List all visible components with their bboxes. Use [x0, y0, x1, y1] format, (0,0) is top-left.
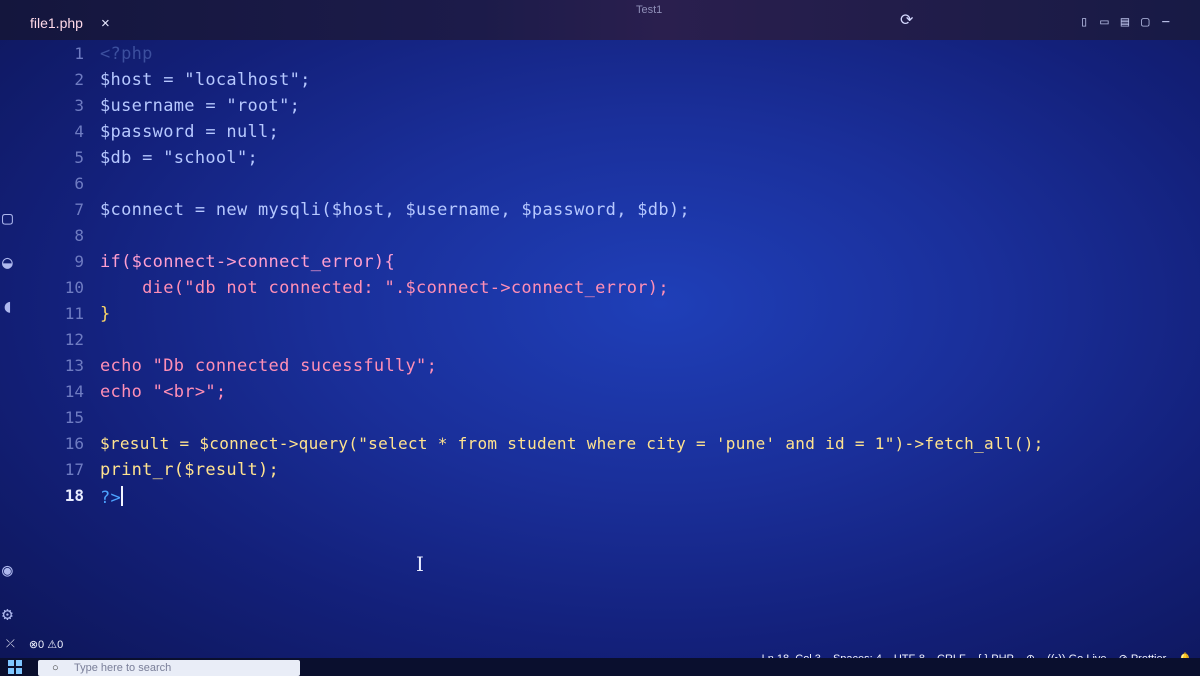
line-number: 15 — [64, 408, 84, 427]
account-icon[interactable]: ◉ — [2, 560, 13, 581]
title-bar: file1.php × Test1 ⟳ ▯ ▭ ▤ ▢ − — [0, 0, 1200, 40]
line-number: 6 — [74, 174, 84, 193]
line-number: 1 — [74, 44, 84, 63]
line-number: 17 — [64, 460, 84, 479]
line-number: 2 — [74, 70, 84, 89]
line-number: 12 — [64, 330, 84, 349]
mouse-ibeam-cursor: I — [416, 552, 424, 576]
error-icon: ⊗ — [28, 639, 39, 651]
line-number: 16 — [64, 434, 84, 453]
line-number: 14 — [64, 382, 84, 401]
line-number: 10 — [64, 278, 84, 297]
line-number: 8 — [74, 226, 84, 245]
gear-icon[interactable]: ⚙ — [2, 604, 13, 625]
code-line[interactable]: $password = null; — [100, 122, 279, 142]
code-line[interactable]: die("db not connected: ".$connect->conne… — [100, 278, 669, 298]
line-number: 5 — [74, 148, 84, 167]
toggle-panel-icon[interactable]: ▭ — [1100, 14, 1108, 30]
code-line-active[interactable]: ?> — [100, 486, 124, 508]
activity-bar: ▢ ◒ ◖ ◉ ⚙ — [0, 40, 26, 652]
taskbar-search-input[interactable]: ○ Type here to search — [38, 660, 300, 676]
toggle-sidebar-icon[interactable]: ▤ — [1121, 14, 1129, 30]
layout-controls: ▯ ▭ ▤ ▢ − — [1080, 14, 1170, 30]
line-number: 9 — [74, 252, 84, 271]
line-number: 4 — [74, 122, 84, 141]
code-line[interactable]: $result = $connect->query("select * from… — [100, 434, 1044, 453]
extensions-icon[interactable]: ▢ — [2, 208, 13, 229]
split-editor-icon[interactable]: ▯ — [1080, 14, 1088, 30]
text-cursor — [121, 486, 124, 506]
window-title: Test1 — [636, 4, 663, 16]
problems-indicator[interactable]: ⊗0 ⚠0 — [29, 638, 63, 651]
code-line[interactable]: } — [100, 304, 111, 324]
line-number: 7 — [74, 200, 84, 219]
line-number: 3 — [74, 96, 84, 115]
code-line[interactable]: $connect = new mysqli($host, $username, … — [100, 200, 690, 220]
python-icon[interactable]: ◒ — [2, 252, 13, 273]
warning-icon: ⚠ — [47, 639, 58, 651]
code-line[interactable]: print_r($result); — [100, 460, 279, 480]
windows-taskbar: ○ Type here to search — [0, 658, 1200, 676]
code-line[interactable]: <?php — [100, 44, 153, 64]
remote-indicator-icon[interactable]: ⤫ — [6, 638, 15, 651]
code-line[interactable]: $db = "school"; — [100, 148, 258, 168]
line-number-active: 18 — [64, 486, 84, 505]
minimize-icon[interactable]: − — [1162, 14, 1170, 30]
tab-file1-php[interactable]: file1.php × — [30, 10, 110, 36]
code-line-text: ?> — [100, 488, 122, 508]
search-icon: ○ — [52, 662, 59, 674]
code-line[interactable]: echo "<br>"; — [100, 382, 226, 402]
sync-icon[interactable]: ⟳ — [900, 10, 913, 29]
remote-icon[interactable]: ◖ — [2, 296, 13, 317]
tab-label: file1.php — [30, 15, 83, 31]
line-number: 11 — [64, 304, 84, 323]
code-line[interactable]: $username = "root"; — [100, 96, 300, 116]
close-icon[interactable]: × — [101, 15, 110, 32]
windows-start-icon[interactable] — [8, 660, 22, 674]
status-bar: ⤫ ⊗0 ⚠0 Ln 18, Col 3 Spaces: 4 UTF-8 CRL… — [0, 634, 1200, 665]
customize-layout-icon[interactable]: ▢ — [1141, 14, 1149, 30]
search-placeholder: Type here to search — [74, 662, 172, 674]
line-number: 13 — [64, 356, 84, 375]
code-line[interactable]: if($connect->connect_error){ — [100, 252, 395, 272]
warning-count: 0 — [57, 639, 64, 651]
error-count: 0 — [38, 639, 45, 651]
code-line[interactable]: echo "Db connected sucessfully"; — [100, 356, 437, 376]
code-line[interactable]: $host = "localhost"; — [100, 70, 311, 90]
